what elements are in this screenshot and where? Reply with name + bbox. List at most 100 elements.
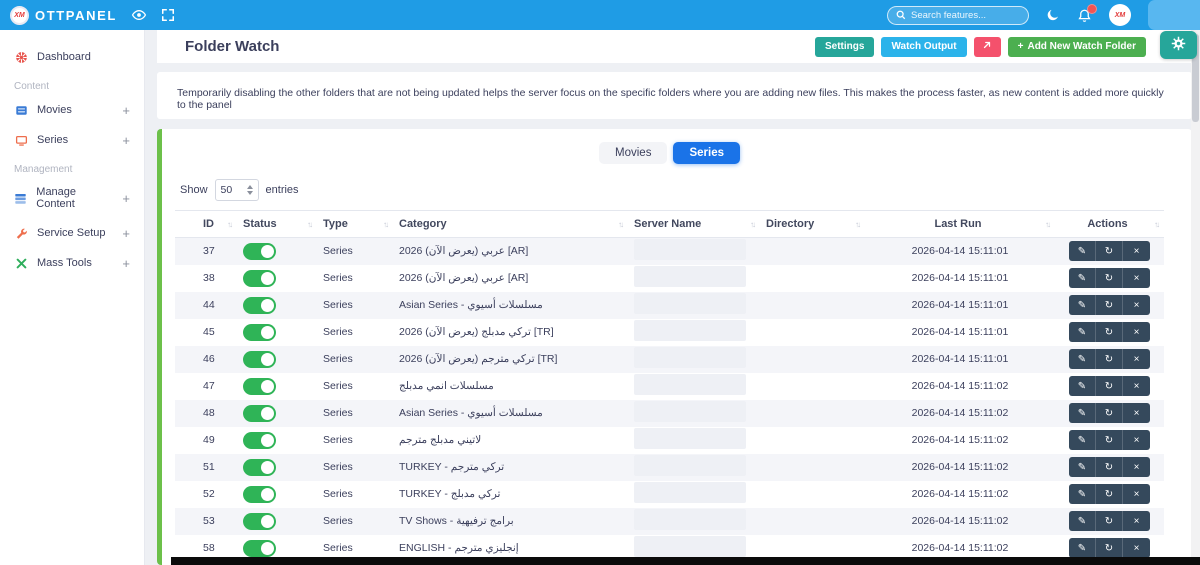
delete-button[interactable]: × [1123,430,1150,450]
dark-mode-moon-icon[interactable] [1046,8,1060,22]
column-header-last-run[interactable]: ↑↓ Last Run [865,210,1055,238]
visibility-eye-icon[interactable] [131,7,147,23]
rescan-button[interactable]: ↻ [1096,484,1123,504]
row-id: 44 [203,299,215,311]
status-toggle[interactable] [243,404,276,422]
show-label: Show [180,184,208,196]
rescan-button[interactable]: ↻ [1096,376,1123,396]
notification-badge [1087,3,1097,14]
delete-button[interactable]: × [1123,403,1150,423]
status-toggle[interactable] [243,350,276,368]
delete-button[interactable]: × [1123,511,1150,531]
delete-button[interactable]: × [1123,376,1150,396]
row-directory [760,238,865,265]
settings-button[interactable]: Settings [815,36,875,57]
edit-button[interactable]: ✎ [1069,403,1096,423]
edit-button[interactable]: ✎ [1069,295,1096,315]
sidebar-item-mass-tools[interactable]: Mass Tools + [0,248,144,278]
delete-button[interactable]: × [1123,241,1150,262]
edit-button[interactable]: ✎ [1069,349,1096,369]
sidebar-item-movies[interactable]: Movies + [0,95,144,125]
delete-button[interactable]: × [1123,268,1150,288]
sidebar-item-manage-content[interactable]: Manage Content + [0,178,144,218]
edit-button[interactable]: ✎ [1069,484,1096,504]
notifications-bell-icon[interactable] [1077,3,1097,23]
expand-plus-icon[interactable]: + [122,227,130,240]
column-header-category[interactable]: ↑↓ Category [393,210,628,238]
add-watch-folder-button[interactable]: + Add New Watch Folder [1007,36,1146,57]
status-toggle[interactable] [243,269,276,287]
status-toggle[interactable] [243,242,276,260]
tab-movies[interactable]: Movies [599,142,668,164]
row-actions: ✎ ↻ × [1069,241,1150,262]
expand-plus-icon[interactable]: + [122,192,130,205]
status-toggle[interactable] [243,512,276,530]
edit-button[interactable]: ✎ [1069,430,1096,450]
sidebar-item-series[interactable]: Series + [0,125,144,155]
edit-button[interactable]: ✎ [1069,511,1096,531]
rescan-button[interactable]: ↻ [1096,430,1123,450]
rescan-button[interactable]: ↻ [1096,268,1123,288]
rescan-button[interactable]: ↻ [1096,457,1123,477]
sidebar-item-label: Series [37,134,69,146]
column-header-actions[interactable]: ↑↓ Actions [1055,210,1164,238]
status-toggle[interactable] [243,539,276,557]
user-menu[interactable] [1148,0,1200,30]
delete-button[interactable]: × [1123,538,1150,558]
search-input[interactable] [911,9,1020,21]
server-name-value [634,401,746,422]
fullscreen-icon[interactable] [161,8,175,22]
delete-button[interactable]: × [1123,457,1150,477]
delete-button[interactable]: × [1123,295,1150,315]
edit-button[interactable]: ✎ [1069,268,1096,288]
rescan-button[interactable]: ↻ [1096,403,1123,423]
watch-folders-table: ↑↓ ID ↑↓ Status ↑↓ Type ↑↓ Category ↑↓ Server Nam… [175,210,1164,565]
row-id: 37 [203,245,215,258]
expand-plus-icon[interactable]: + [122,134,130,147]
status-toggle[interactable] [243,458,276,476]
status-toggle[interactable] [243,377,276,395]
status-toggle[interactable] [243,296,276,314]
sidebar-item-dashboard[interactable]: Dashboard [0,42,144,72]
export-button[interactable] [973,36,1001,57]
brand[interactable]: XM OTTPANEL [10,5,117,25]
edit-button[interactable]: ✎ [1069,322,1096,342]
rescan-button[interactable]: ↻ [1096,295,1123,315]
rescan-button[interactable]: ↻ [1096,511,1123,531]
arrow-up-right-icon [982,40,992,53]
edit-button[interactable]: ✎ [1069,376,1096,396]
edit-button[interactable]: ✎ [1069,457,1096,477]
delete-button[interactable]: × [1123,349,1150,369]
delete-button[interactable]: × [1123,322,1150,342]
avatar[interactable]: XM [1109,4,1131,26]
edit-button[interactable]: ✎ [1069,538,1096,558]
entries-select[interactable]: 50 [214,179,259,201]
status-toggle[interactable] [243,323,276,341]
sidebar-item-label: Manage Content [36,186,77,210]
global-search[interactable] [887,5,1029,25]
expand-plus-icon[interactable]: + [122,104,130,117]
page-scrollbar[interactable] [1191,30,1200,565]
sidebar-item-service-setup[interactable]: Service Setup + [0,218,144,248]
delete-button[interactable]: × [1123,484,1150,504]
table-row: 45 Series تركي مدبلج (يعرض الآن) 2026 [T… [175,319,1164,346]
column-header-id[interactable]: ↑↓ ID [175,210,237,238]
tools-icon [14,256,28,270]
column-header-type[interactable]: ↑↓ Type [317,210,393,238]
rescan-button[interactable]: ↻ [1096,241,1123,262]
column-header-server-name[interactable]: ↑↓ Server Name [628,210,760,238]
status-toggle[interactable] [243,485,276,503]
tab-series[interactable]: Series [673,142,740,164]
edit-button[interactable]: ✎ [1069,241,1096,262]
rescan-button[interactable]: ↻ [1096,538,1123,558]
expand-plus-icon[interactable]: + [122,257,130,270]
column-header-status[interactable]: ↑↓ Status [237,210,317,238]
column-header-directory[interactable]: ↑↓ Directory [760,210,865,238]
row-actions: ✎ ↻ × [1069,376,1150,396]
rescan-button[interactable]: ↻ [1096,322,1123,342]
row-category: مسلسلات انمي مدبلج [399,380,494,392]
status-toggle[interactable] [243,431,276,449]
customizer-gear-button[interactable] [1160,31,1197,59]
rescan-button[interactable]: ↻ [1096,349,1123,369]
watch-output-button[interactable]: Watch Output [881,36,967,57]
